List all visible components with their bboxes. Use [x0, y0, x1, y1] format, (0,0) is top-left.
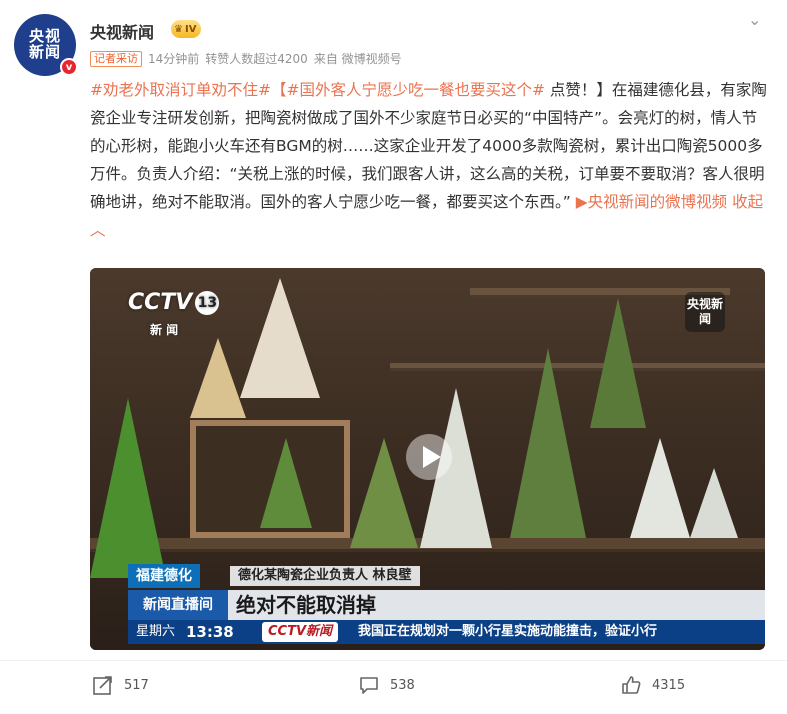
post-body-text: 点赞！】在福建德化县，有家陶瓷企业专注研发创新，把陶瓷树做成了国外不少家庭节日必… — [90, 81, 767, 211]
play-button[interactable] — [406, 434, 452, 480]
ceramic-tree — [590, 298, 646, 428]
ceramic-tree — [190, 338, 246, 418]
level-badge-text: IV — [184, 23, 197, 35]
comment-icon — [360, 677, 378, 694]
share-icon — [93, 676, 112, 695]
author-name[interactable]: 央视新闻 — [90, 19, 154, 43]
ceramic-tree — [240, 278, 320, 398]
crown-icon: ♛ — [174, 23, 183, 35]
share-count: 517 — [124, 677, 149, 693]
avatar-text-bottom: 新闻 — [28, 43, 61, 61]
more-options-chevron-icon[interactable]: ⌄ — [748, 10, 761, 29]
reporter-tag: 记者采访 — [90, 50, 142, 67]
post-content: #劝老外取消订单劝不住#【#国外客人宁愿少吃一餐也要买这个# 点赞！】在福建德化… — [90, 76, 770, 244]
headline-bar: 新闻直播间 绝对不能取消掉 — [128, 590, 765, 620]
video-source-link[interactable]: 央视新闻的微博视频 — [588, 193, 728, 211]
like-count: 4315 — [652, 677, 686, 693]
topic-link-1[interactable]: #劝老外取消订单劝不住# — [90, 81, 271, 99]
thumbs-up-icon — [622, 676, 641, 694]
ticker-text: 我国正在规划对一颗小行星实施动能撞击，验证小行 — [358, 624, 658, 639]
ticker-logo: CCTV新闻 — [262, 622, 339, 642]
level-badge: ♛ IV — [171, 20, 202, 38]
cctv-news-watermark: 央视新闻 — [685, 292, 725, 332]
channel-logo: CCTV 13 新 闻 — [128, 290, 220, 338]
headline-text: 绝对不能取消掉 — [236, 593, 376, 617]
location-caption: 福建德化 — [128, 564, 200, 588]
ceramic-tree — [690, 468, 738, 538]
channel-subtitle: 新 闻 — [150, 323, 179, 337]
repost-stats: 转赞人数超过4200 — [205, 52, 308, 66]
ceramic-tree — [90, 398, 166, 578]
collapse-label: 收起 — [732, 193, 764, 211]
channel-number: 13 — [195, 291, 220, 315]
comment-count: 538 — [390, 677, 415, 693]
share-button[interactable]: 517 — [92, 672, 149, 698]
topic-link-2[interactable]: 【#国外客人宁愿少吃一餐也要买这个# — [271, 81, 545, 99]
ticker-weekday: 星期六 — [136, 624, 176, 639]
post-time[interactable]: 14分钟前 — [148, 50, 199, 67]
ceramic-tree — [510, 348, 586, 538]
ticker-clock: 13:38 — [186, 623, 234, 641]
speaker-caption: 德化某陶瓷企业负责人 林良壁 — [230, 566, 420, 586]
video-link-icon: ▶ — [575, 193, 588, 211]
comment-button[interactable]: 538 — [358, 672, 415, 698]
verified-badge-icon: v — [60, 58, 78, 76]
news-ticker: 星期六 13:38 CCTV新闻 我国正在规划对一颗小行星实施动能撞击，验证小行 — [128, 620, 765, 644]
ceramic-tree — [260, 438, 312, 528]
chevron-up-icon: ︿ — [90, 221, 106, 239]
play-icon — [422, 446, 441, 468]
post-meta: 记者采访 14分钟前 转赞人数超过4200 来自 微博视频号 — [90, 50, 402, 67]
show-name: 新闻直播间 — [128, 590, 228, 620]
footer-divider — [0, 660, 787, 661]
channel-logo-text: CCTV — [128, 290, 193, 315]
ceramic-tree — [630, 438, 690, 538]
post-source: 来自 微博视频号 — [313, 52, 402, 66]
like-button[interactable]: 4315 — [620, 672, 685, 698]
video-player[interactable]: CCTV 13 新 闻 央视新闻 福建德化 德化某陶瓷企业负责人 林良壁 新闻直播… — [90, 268, 765, 650]
